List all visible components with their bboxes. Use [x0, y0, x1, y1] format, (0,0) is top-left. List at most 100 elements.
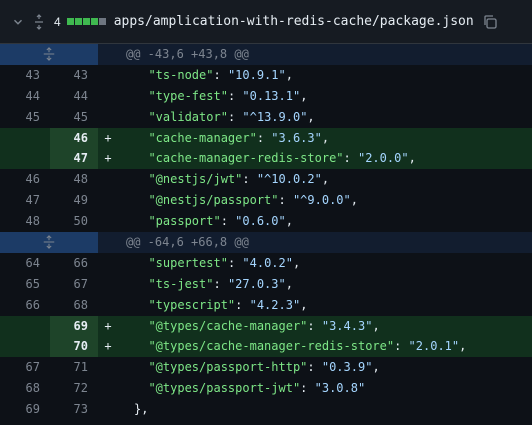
diffstat-square	[98, 18, 106, 25]
old-line-number[interactable]: 68	[0, 378, 50, 399]
drag-handle-icon[interactable]	[32, 10, 46, 34]
old-line-number[interactable]: 65	[0, 274, 50, 295]
code-line: "@types/cache-manager": "3.4.3",	[118, 315, 532, 337]
json-key: "@nestjs/passport"	[148, 193, 279, 208]
json-value: "27.0.3"	[227, 276, 286, 291]
context-line: 68 72 "@types/passport-jwt": "3.0.8"	[0, 378, 532, 399]
file-header: 4 apps/amplication-with-redis-cache/pack…	[0, 0, 532, 44]
code-line: "passport": "0.6.0",	[148, 214, 293, 229]
code-punctuation: ,	[285, 214, 293, 229]
code-line: "@nestjs/passport": "^9.0.0",	[148, 193, 358, 208]
expand-lines-icon[interactable]	[0, 44, 98, 65]
code-punctuation: ,	[459, 339, 467, 354]
json-value: "4.2.3"	[249, 297, 301, 312]
json-key: "supertest"	[148, 255, 228, 270]
code-punctuation: ,	[300, 297, 308, 312]
new-line-number[interactable]: 68	[50, 295, 98, 316]
diffstat-square	[66, 18, 74, 25]
new-line-number[interactable]: 44	[50, 86, 98, 107]
hunk-header: @@ -43,6 +43,8 @@	[0, 44, 532, 65]
json-key: "validator"	[148, 109, 228, 124]
hunk-header: @@ -64,6 +66,8 @@	[0, 232, 532, 253]
code-punctuation: ,	[321, 172, 330, 187]
context-line: 45 45 "validator": "^13.9.0",	[0, 107, 532, 128]
new-line-number[interactable]: 73	[50, 399, 98, 420]
diffstat-bar	[66, 18, 106, 25]
json-key: "@types/cache-manager"	[148, 318, 308, 333]
added-line: 70 + "@types/cache-manager-redis-store": …	[0, 336, 532, 358]
diff-sign: +	[98, 336, 118, 358]
old-line-number[interactable]: 48	[0, 211, 50, 232]
json-value: "0.6.0"	[235, 214, 286, 229]
new-line-number[interactable]: 50	[50, 211, 98, 232]
code-line: "@nestjs/jwt": "^10.0.2",	[148, 172, 330, 187]
old-line-number[interactable]: 64	[0, 253, 50, 274]
json-value: "4.0.2"	[242, 255, 293, 270]
new-line-number[interactable]: 45	[50, 107, 98, 128]
json-key: "passport"	[148, 214, 221, 229]
new-line-number[interactable]: 48	[50, 169, 98, 190]
diffstat-square	[74, 18, 82, 25]
code-punctuation: ,	[300, 88, 308, 103]
json-value: "^9.0.0"	[292, 193, 351, 208]
new-line-number[interactable]: 69	[50, 315, 98, 337]
new-line-number[interactable]: 67	[50, 274, 98, 295]
code-line: "@types/cache-manager-redis-store": "2.0…	[118, 336, 532, 358]
json-value: "^10.0.2"	[256, 172, 322, 187]
code-punctuation: ,	[372, 360, 380, 375]
json-key: "@types/passport-jwt"	[148, 381, 301, 396]
file-path[interactable]: apps/amplication-with-redis-cache/packag…	[114, 14, 474, 29]
old-line-number[interactable]: 45	[0, 107, 50, 128]
old-line-number[interactable]: 69	[0, 399, 50, 420]
new-line-number[interactable]: 47	[50, 148, 98, 170]
old-line-number[interactable]: 43	[0, 65, 50, 86]
code-line: "ts-node": "10.9.1",	[148, 67, 293, 82]
new-line-number[interactable]: 43	[50, 65, 98, 86]
json-value: "^13.9.0"	[242, 109, 308, 124]
new-line-number[interactable]: 71	[50, 357, 98, 378]
context-line: 65 67 "ts-jest": "27.0.3",	[0, 274, 532, 295]
new-line-number[interactable]: 49	[50, 190, 98, 211]
context-line: 47 49 "@nestjs/passport": "^9.0.0",	[0, 190, 532, 211]
code-punctuation: ,	[321, 130, 330, 145]
code-punctuation: ,	[408, 151, 416, 166]
code-punctuation: ,	[292, 255, 301, 270]
diff-sign: +	[98, 127, 118, 149]
new-line-number[interactable]: 66	[50, 253, 98, 274]
diff-table: @@ -43,6 +43,8 @@ 43 43 "ts-node": "10.9.1…	[0, 44, 532, 420]
context-line: 46 48 "@nestjs/jwt": "^10.0.2",	[0, 169, 532, 190]
code-line: "typescript": "4.2.3",	[148, 297, 308, 312]
context-line: 48 50 "passport": "0.6.0",	[0, 211, 532, 232]
context-line: 43 43 "ts-node": "10.9.1",	[0, 65, 532, 86]
new-line-number[interactable]: 72	[50, 378, 98, 399]
json-key: "@types/passport-http"	[148, 360, 308, 375]
new-line-number[interactable]: 46	[50, 127, 98, 149]
old-line-number[interactable]: 46	[0, 169, 50, 190]
old-line-number[interactable]: 47	[0, 190, 50, 211]
code-line: "validator": "^13.9.0",	[148, 109, 315, 124]
expand-lines-icon[interactable]	[0, 232, 98, 253]
code-punctuation: ,	[285, 276, 293, 291]
json-value: "10.9.1"	[227, 67, 286, 82]
json-key: "ts-jest"	[148, 276, 214, 291]
old-line-number[interactable]: 67	[0, 357, 50, 378]
collapse-chevron-icon[interactable]	[6, 10, 30, 34]
json-key: "@types/cache-manager-redis-store"	[148, 339, 395, 354]
old-line-number[interactable]: 66	[0, 295, 50, 316]
added-line: 47 + "cache-manager-redis-store": "2.0.0"…	[0, 148, 532, 170]
diffstat-square	[82, 18, 90, 25]
new-line-number[interactable]: 70	[50, 336, 98, 358]
context-line: 69 73},	[0, 399, 532, 420]
code-line: "ts-jest": "27.0.3",	[148, 276, 293, 291]
json-value: "2.0.1"	[408, 339, 460, 354]
diff-sign: +	[98, 315, 118, 337]
copy-icon[interactable]	[482, 14, 498, 30]
changes-count: 4	[54, 14, 61, 29]
json-key: "cache-manager-redis-store"	[148, 151, 344, 166]
code-punctuation: ,	[350, 193, 358, 208]
code-punctuation: },	[134, 402, 149, 417]
json-value: "0.13.1"	[242, 88, 301, 103]
json-key: "typescript"	[148, 297, 236, 312]
old-line-number[interactable]: 44	[0, 86, 50, 107]
code-punctuation: ,	[307, 109, 315, 124]
